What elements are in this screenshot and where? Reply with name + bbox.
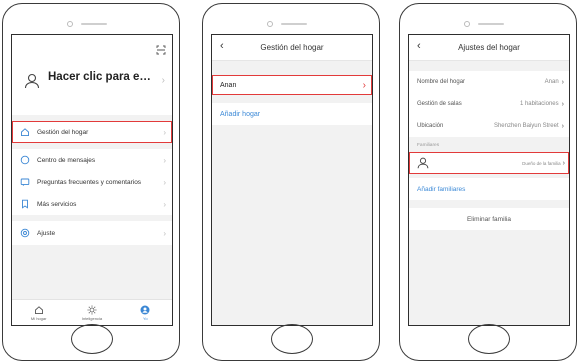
speaker-bar (478, 23, 504, 25)
profile-header: Hacer clic para estable... › (12, 35, 172, 115)
menu-label: Centro de mensajes (37, 156, 96, 164)
phone-frame-profile: Hacer clic para estable... › Gestión del… (2, 3, 180, 361)
row-label: Gestión de salas (417, 101, 462, 107)
menu-item-home-management[interactable]: Gestión del hogar › (12, 121, 172, 143)
menu-group-home: Gestión del hogar › (12, 121, 172, 143)
phone-frame-home-management: ‹ Gestión del hogar Anan › Añadir hogar (202, 3, 380, 361)
faq-icon (20, 178, 30, 186)
phone-frame-home-settings: ‹ Ajustes del hogar Nombre del hogar Ana… (399, 3, 577, 361)
member-role: Dueño de la familia (522, 160, 561, 166)
back-arrow-icon[interactable]: ‹ (220, 40, 224, 52)
back-arrow-icon[interactable]: ‹ (417, 40, 421, 52)
screen-home-management: ‹ Gestión del hogar Anan › Añadir hogar (211, 34, 373, 326)
chevron-right-icon: › (163, 155, 166, 165)
page-title: Ajustes del hogar (458, 43, 520, 52)
tab-me[interactable]: Yo (119, 300, 172, 325)
row-value: 1 habitaciones (519, 101, 559, 107)
home-name: Anan (220, 81, 237, 89)
scan-icon[interactable] (156, 45, 166, 55)
chevron-right-icon: › (163, 228, 166, 238)
add-home-button[interactable]: Añadir hogar (212, 103, 372, 125)
member-list-item[interactable]: Dueño de la familia › (409, 152, 569, 174)
chevron-right-icon: › (362, 79, 366, 91)
home-button (271, 324, 313, 354)
menu-label: Ajuste (37, 229, 56, 237)
camera-dot (464, 21, 470, 27)
sun-icon (87, 305, 97, 314)
camera-dot (67, 21, 73, 27)
screen-home-settings: ‹ Ajustes del hogar Nombre del hogar Ana… (408, 34, 570, 326)
bookmark-icon (22, 199, 28, 209)
nav-bar: ‹ Gestión del hogar (212, 35, 372, 61)
home-info-group: Nombre del hogar Anan › Gestión de salas… (409, 71, 569, 137)
tab-intelligence[interactable]: Inteligencia (65, 300, 118, 325)
delete-family-button[interactable]: Eliminar familia (409, 208, 569, 230)
screen-profile: Hacer clic para estable... › Gestión del… (11, 34, 173, 326)
speaker-bar (281, 23, 307, 25)
home-button (71, 324, 113, 354)
menu-item-messages[interactable]: Centro de mensajes › (12, 149, 172, 171)
tab-bar: Mi hogar Inteligencia Yo (12, 299, 172, 325)
chevron-right-icon: › (561, 100, 564, 108)
tab-label: Yo (143, 315, 148, 321)
gear-icon (20, 228, 30, 238)
home-button (468, 324, 510, 354)
tab-my-home[interactable]: Mi hogar (12, 300, 65, 325)
menu-label: Más servicios (37, 200, 77, 208)
tab-label: Mi hogar (30, 315, 47, 321)
profile-name[interactable]: Hacer clic para estable... (48, 71, 156, 83)
home-icon (21, 128, 29, 137)
home-name-row[interactable]: Nombre del hogar Anan › (409, 71, 569, 93)
camera-dot (267, 21, 273, 27)
chevron-right-icon: › (561, 122, 564, 130)
home-icon (34, 305, 43, 314)
page-title: Gestión del hogar (260, 43, 324, 52)
location-row[interactable]: Ubicación Shenzhen Baiyun Street › (409, 115, 569, 137)
row-value: Anan (544, 79, 559, 85)
row-label: Nombre del hogar (417, 79, 466, 85)
menu-label: Gestión del hogar (37, 128, 89, 136)
add-members-button[interactable]: Añadir familiares (409, 178, 569, 200)
speaker-bar (81, 23, 107, 25)
delete-family-label: Eliminar familia (466, 215, 512, 223)
menu-item-settings[interactable]: Ajuste › (12, 221, 172, 245)
row-value: Shenzhen Baiyun Street (493, 123, 559, 129)
message-icon (20, 155, 30, 165)
chevron-right-icon: › (161, 75, 165, 86)
user-icon (140, 305, 150, 314)
chevron-right-icon: › (163, 199, 166, 209)
menu-group-settings: Ajuste › (12, 221, 172, 245)
chevron-right-icon: › (163, 127, 166, 137)
row-label: Ubicación (417, 123, 444, 129)
home-list-item[interactable]: Anan › (212, 75, 372, 95)
add-home-label: Añadir hogar (220, 110, 261, 118)
chevron-right-icon: › (561, 78, 564, 86)
menu-item-services[interactable]: Más servicios › (12, 193, 172, 215)
chevron-right-icon: › (562, 159, 565, 167)
add-members-label: Añadir familiares (417, 185, 466, 193)
room-management-row[interactable]: Gestión de salas 1 habitaciones › (409, 93, 569, 115)
avatar-icon[interactable] (24, 73, 40, 89)
tab-label: Inteligencia (81, 315, 103, 321)
nav-bar: ‹ Ajustes del hogar (409, 35, 569, 61)
menu-item-faq[interactable]: Preguntas frecuentes y comentarios › (12, 171, 172, 193)
chevron-right-icon: › (163, 177, 166, 187)
avatar-icon (417, 157, 429, 169)
menu-label: Preguntas frecuentes y comentarios (37, 178, 142, 186)
menu-group-main: Centro de mensajes › Preguntas frecuente… (12, 149, 172, 215)
members-section-label: Familiares (417, 143, 440, 148)
